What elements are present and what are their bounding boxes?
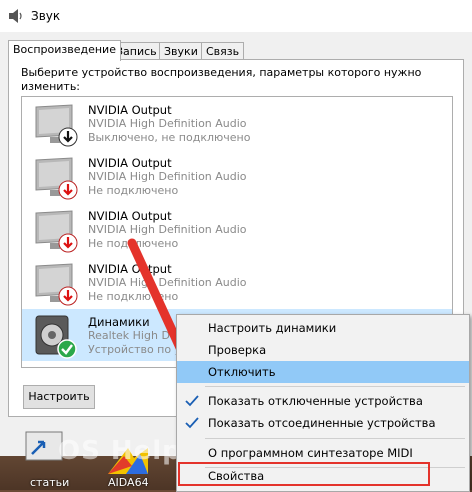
speaker-icon <box>35 315 77 359</box>
device-item[interactable]: NVIDIA Output NVIDIA High Definition Aud… <box>22 150 452 202</box>
title-bar: Звук <box>0 0 472 32</box>
monitor-icon <box>35 210 78 253</box>
annotation-highlight-box <box>178 462 430 486</box>
menu-item-label: О программном синтезаторе MIDI <box>208 446 413 460</box>
device-name: NVIDIA Output <box>88 156 172 170</box>
shortcut-label: статьи <box>30 476 70 489</box>
aida64-label: AIDA64 <box>108 476 149 489</box>
menu-item-label: Проверка <box>208 343 267 357</box>
menu-item-label: Отключить <box>208 365 276 379</box>
device-name: Динамики <box>88 315 150 329</box>
menu-item-test[interactable]: Проверка <box>177 339 469 361</box>
down-arrow-black-icon <box>58 127 78 147</box>
checkmark-icon <box>185 395 199 407</box>
device-description: NVIDIA High Definition Audio <box>88 117 247 130</box>
menu-separator <box>205 386 465 387</box>
monitor-icon <box>35 104 78 147</box>
device-status: Не подключено <box>88 184 179 197</box>
monitor-icon <box>35 157 78 200</box>
device-item[interactable]: NVIDIA Output NVIDIA High Definition Aud… <box>22 256 452 308</box>
menu-item-label: Показать отсоединенные устройства <box>208 416 436 430</box>
down-arrow-red-icon <box>58 180 78 200</box>
tab-sounds[interactable]: Звуки <box>159 42 203 60</box>
device-status: Не подключено <box>88 237 179 250</box>
device-item[interactable]: NVIDIA Output NVIDIA High Definition Aud… <box>22 97 452 149</box>
device-status: Выключено, не подключено <box>88 131 251 144</box>
monitor-icon <box>35 263 78 306</box>
tab-playback[interactable]: Воспроизведение <box>8 40 121 61</box>
menu-item-midi-about[interactable]: О программном синтезаторе MIDI <box>177 442 469 464</box>
device-description: NVIDIA High Definition Audio <box>88 170 247 183</box>
device-description: Realtek High Defi <box>88 329 184 342</box>
device-description: NVIDIA High Definition Audio <box>88 276 247 289</box>
window-title: Звук <box>31 9 61 23</box>
device-name: NVIDIA Output <box>88 209 172 223</box>
instruction-text: Выберите устройство воспроизведения, пар… <box>21 66 422 93</box>
device-status: Устройство по у <box>88 343 182 356</box>
device-description: NVIDIA High Definition Audio <box>88 223 247 236</box>
configure-button[interactable]: Настроить <box>23 385 95 409</box>
menu-item-configure-speakers[interactable]: Настроить динамики <box>177 317 469 339</box>
device-item[interactable]: NVIDIA Output NVIDIA High Definition Aud… <box>22 203 452 255</box>
menu-item-label: Настроить динамики <box>208 321 337 335</box>
device-status: Не подключено <box>88 290 179 303</box>
menu-item-disable[interactable]: Отключить <box>177 361 469 383</box>
device-name: NVIDIA Output <box>88 262 172 276</box>
device-name: NVIDIA Output <box>88 103 172 117</box>
checkmark-icon <box>185 417 199 429</box>
down-arrow-red-icon <box>58 233 78 253</box>
green-check-icon <box>57 339 77 359</box>
tab-communications[interactable]: Связь <box>201 42 245 60</box>
menu-separator <box>205 438 465 439</box>
menu-item-show-disabled[interactable]: Показать отключенные устройства <box>177 390 469 412</box>
down-arrow-red-icon <box>58 286 78 306</box>
menu-item-label: Показать отключенные устройства <box>208 394 423 408</box>
menu-item-show-disconnected[interactable]: Показать отсоединенные устройства <box>177 412 469 434</box>
speaker-icon <box>9 9 22 23</box>
